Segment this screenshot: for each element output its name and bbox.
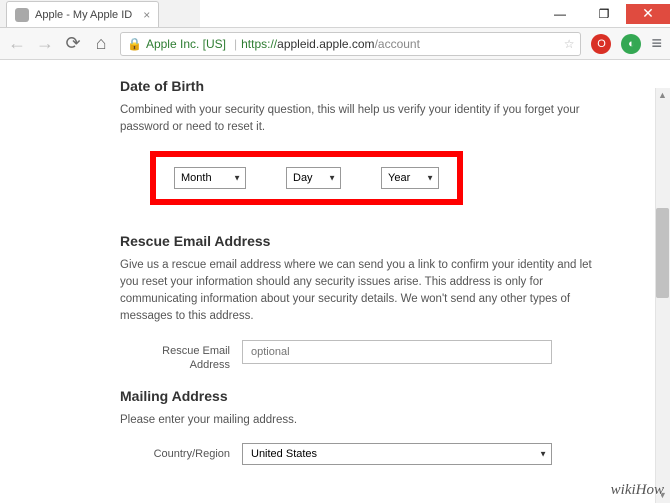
dob-highlight-box: Month Day Year	[150, 151, 463, 205]
extension-green-icon[interactable]: ◐	[621, 34, 641, 54]
url-path: /account	[375, 37, 420, 51]
tab-strip: Apple - My Apple ID ×	[0, 0, 200, 28]
url-host: appleid.apple.com	[277, 37, 374, 51]
page-content: Date of Birth Combined with your securit…	[0, 60, 670, 475]
mailing-description: Please enter your mailing address.	[120, 412, 600, 429]
country-select[interactable]: United States	[242, 443, 552, 465]
vertical-scrollbar[interactable]: ▲ ▼	[655, 88, 670, 503]
scrollbar-thumb[interactable]	[656, 208, 669, 298]
country-row: Country/Region United States	[120, 443, 630, 465]
browser-toolbar: ← → ⟳ ⌂ 🔒 Apple Inc. [US] | https://appl…	[0, 28, 670, 60]
rescue-heading: Rescue Email Address	[120, 233, 630, 249]
rescue-email-label: Rescue Email Address	[120, 340, 230, 373]
mailing-heading: Mailing Address	[120, 388, 630, 404]
close-button[interactable]: ✕	[626, 4, 670, 24]
back-button[interactable]: ←	[8, 33, 26, 54]
dob-day-select[interactable]: Day	[286, 167, 341, 189]
dob-heading: Date of Birth	[120, 78, 630, 94]
watermark: wikiHow	[611, 482, 664, 499]
rescue-email-row: Rescue Email Address	[120, 340, 630, 373]
home-button[interactable]: ⌂	[92, 33, 110, 54]
country-label: Country/Region	[120, 443, 230, 461]
rescue-description: Give us a rescue email address where we …	[120, 257, 600, 326]
dob-year-select[interactable]: Year	[381, 167, 439, 189]
bookmark-star-icon[interactable]: ☆	[564, 37, 575, 51]
rescue-email-input[interactable]	[242, 340, 552, 364]
forward-button[interactable]: →	[36, 33, 54, 54]
address-bar[interactable]: 🔒 Apple Inc. [US] | https://appleid.appl…	[120, 32, 581, 56]
lock-icon: 🔒	[127, 37, 142, 51]
menu-button[interactable]: ≡	[651, 33, 662, 54]
maximize-button[interactable]: ❐	[582, 4, 626, 24]
reload-button[interactable]: ⟳	[64, 33, 82, 54]
apple-favicon	[15, 8, 29, 22]
url-protocol: https://	[241, 37, 277, 51]
tab-title: Apple - My Apple ID	[35, 9, 132, 21]
tab-close-icon[interactable]: ×	[143, 8, 150, 22]
scroll-up-icon[interactable]: ▲	[655, 88, 670, 103]
minimize-button[interactable]: —	[538, 4, 582, 24]
dob-month-select[interactable]: Month	[174, 167, 246, 189]
extension-opera-icon[interactable]: O	[591, 34, 611, 54]
cert-label: Apple Inc. [US]	[146, 37, 226, 51]
dob-description: Combined with your security question, th…	[120, 102, 600, 137]
browser-tab[interactable]: Apple - My Apple ID ×	[6, 1, 159, 27]
